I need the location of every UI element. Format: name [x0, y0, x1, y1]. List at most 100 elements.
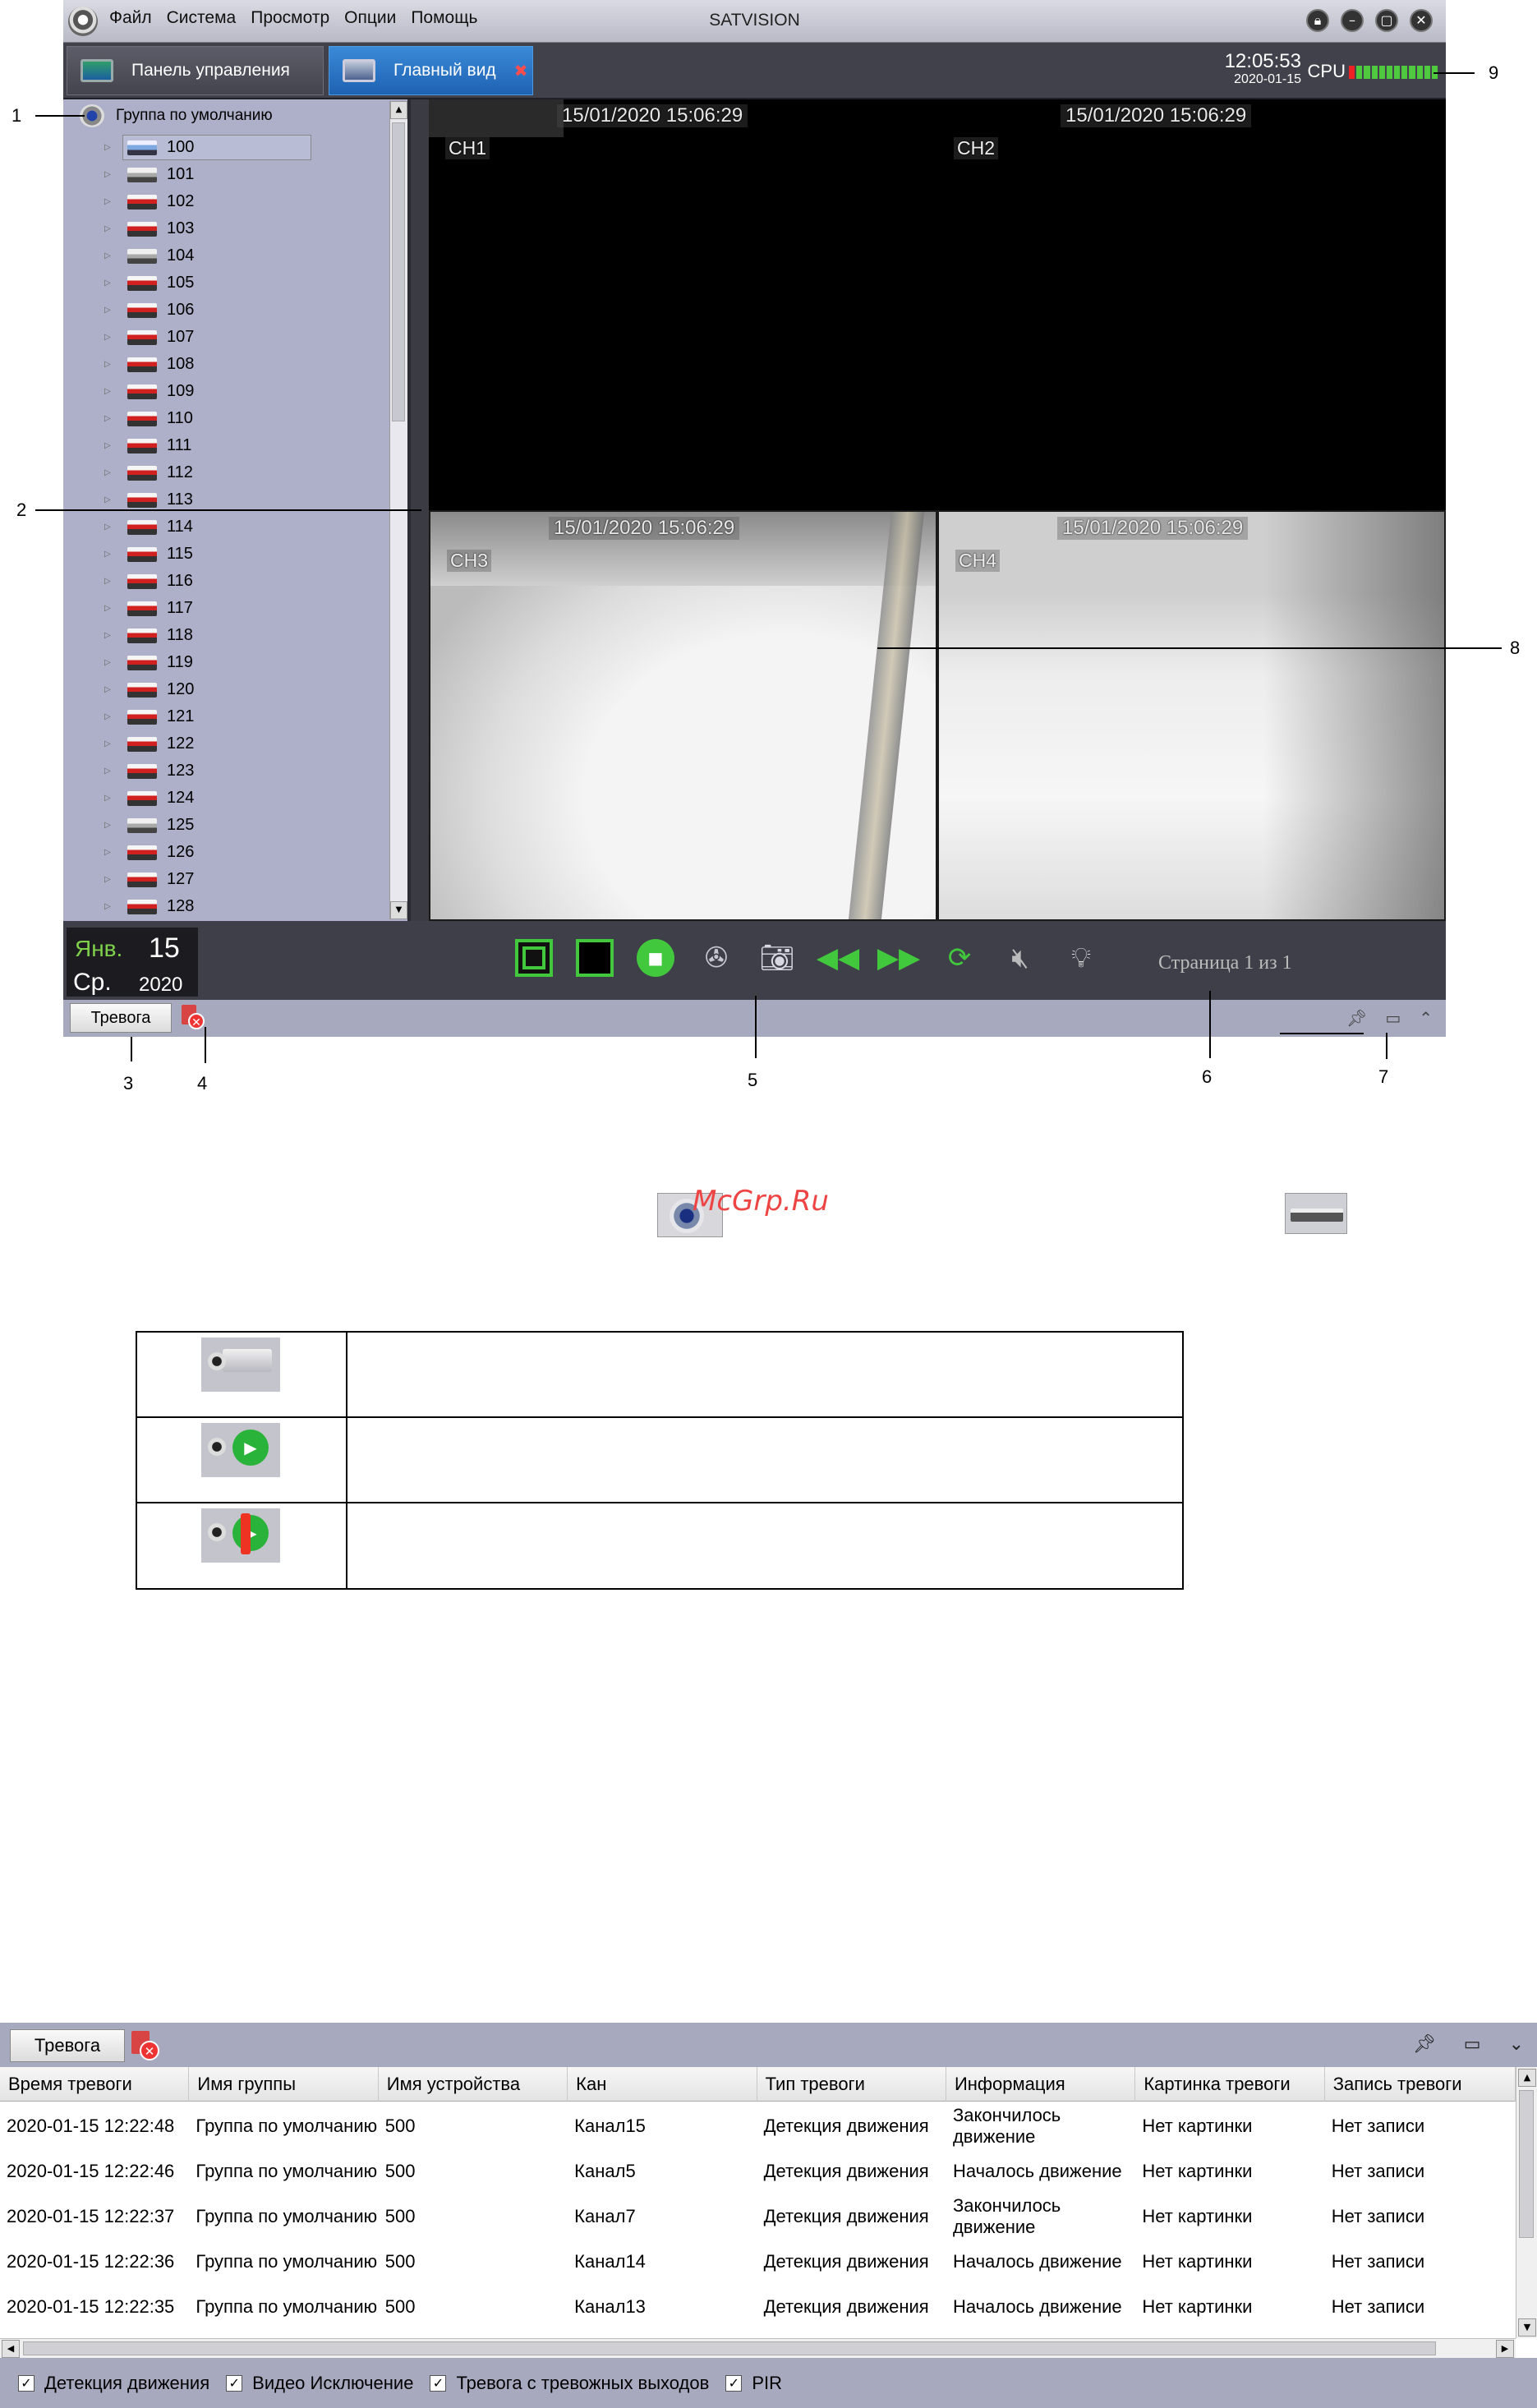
- alarm-tab[interactable]: Тревога: [70, 1003, 172, 1033]
- video-cell-ch4[interactable]: 15/01/2020 15:06:29 CH4: [937, 510, 1446, 921]
- tree-item[interactable]: ▷ 128: [63, 893, 388, 920]
- restore-icon[interactable]: ▭: [1464, 2034, 1481, 2055]
- expand-arrow-icon[interactable]: ▷: [104, 441, 113, 450]
- scroll-up-icon[interactable]: ▲: [1518, 2069, 1536, 2087]
- table-row[interactable]: 2020-01-15 12:22:35 Группа по умолчанию 50…: [0, 2284, 1516, 2329]
- tree-item[interactable]: ▷ 108: [63, 351, 388, 378]
- snapshot-icon[interactable]: 📷︎: [758, 939, 796, 977]
- expand-arrow-icon[interactable]: ▷: [104, 197, 113, 206]
- tree-item[interactable]: ▷ 101: [63, 161, 388, 188]
- expand-arrow-icon[interactable]: ▷: [104, 767, 113, 776]
- expand-arrow-icon[interactable]: ▷: [104, 875, 113, 884]
- cycle-icon[interactable]: ⟳: [941, 939, 978, 977]
- tree-item[interactable]: ▷ 126: [63, 839, 388, 866]
- video-cell-ch3[interactable]: 15/01/2020 15:06:29 CH3: [429, 510, 937, 921]
- expand-arrow-icon[interactable]: ▷: [104, 658, 113, 667]
- expand-arrow-icon[interactable]: ▷: [104, 712, 113, 721]
- menu-help[interactable]: Помощь: [411, 8, 477, 28]
- record-icon[interactable]: ✇: [697, 939, 735, 977]
- scroll-thumb[interactable]: [1519, 2090, 1534, 2238]
- previous-page-icon[interactable]: ◀◀: [817, 939, 859, 977]
- tree-item[interactable]: ▷ 107: [63, 324, 388, 351]
- expand-arrow-icon[interactable]: ▷: [104, 143, 113, 152]
- tree-item[interactable]: ▷ 100: [63, 134, 388, 161]
- video-cell-ch1[interactable]: 15/01/2020 15:06:29 CH1: [429, 99, 937, 510]
- tab-close-icon[interactable]: ✖: [514, 61, 528, 81]
- menu-system[interactable]: Система: [167, 8, 237, 28]
- alarm-hscrollbar[interactable]: ◀ ▶: [0, 2338, 1516, 2358]
- lock-icon[interactable]: 🔒︎: [1306, 9, 1329, 32]
- stop-all-icon[interactable]: ■: [637, 939, 674, 977]
- tree-item[interactable]: ▷ 124: [63, 785, 388, 812]
- expand-arrow-icon[interactable]: ▷: [104, 523, 113, 532]
- tree-item[interactable]: ▷ 104: [63, 242, 388, 269]
- fit-screen-icon[interactable]: [515, 939, 553, 977]
- column-header[interactable]: Картинка тревоги: [1135, 2067, 1325, 2102]
- collapse-icon[interactable]: ⌃: [1419, 1008, 1433, 1028]
- close-icon[interactable]: ✕: [1410, 9, 1433, 32]
- expand-arrow-icon[interactable]: ▷: [104, 685, 113, 694]
- checkbox-icon[interactable]: ✓: [226, 2374, 243, 2392]
- tree-item[interactable]: ▷ 118: [63, 622, 388, 649]
- table-row[interactable]: 2020-01-15 12:22:48 Группа по умолчанию 50…: [0, 2103, 1516, 2148]
- column-header[interactable]: Имя устройства: [379, 2067, 568, 2102]
- tree-item[interactable]: ▷ 109: [63, 378, 388, 405]
- expand-arrow-icon[interactable]: ▷: [104, 631, 113, 640]
- tree-item[interactable]: ▷ 120: [63, 676, 388, 703]
- expand-arrow-icon[interactable]: ▷: [104, 848, 113, 857]
- tree-group-default[interactable]: Группа по умолчанию: [80, 104, 273, 127]
- menu-options[interactable]: Опции: [344, 8, 396, 28]
- filter-checkbox[interactable]: ✓ Тревога с тревожных выходов: [430, 2373, 709, 2394]
- expand-arrow-icon[interactable]: ▷: [104, 550, 113, 559]
- checkbox-icon[interactable]: ✓: [18, 2374, 35, 2392]
- tree-item[interactable]: ▷ 119: [63, 649, 388, 676]
- collapse-icon[interactable]: ⌄: [1509, 2034, 1524, 2055]
- menu-file[interactable]: Файл: [109, 8, 152, 28]
- filter-checkbox[interactable]: ✓ PIR: [725, 2373, 782, 2394]
- tree-item[interactable]: ▷ 117: [63, 595, 388, 622]
- tree-item[interactable]: ▷ 112: [63, 459, 388, 486]
- tree-item[interactable]: ▷ 122: [63, 730, 388, 757]
- restore-icon[interactable]: ▭: [1385, 1008, 1401, 1028]
- tree-item[interactable]: ▷ 114: [63, 513, 388, 541]
- alarm-panel-tab[interactable]: Тревога: [10, 2029, 125, 2062]
- alarm-vscrollbar[interactable]: ▲ ▼: [1516, 2067, 1537, 2338]
- tab-main-view[interactable]: Главный вид ✖: [329, 46, 533, 95]
- expand-arrow-icon[interactable]: ▷: [104, 821, 113, 830]
- tab-dashboard[interactable]: Панель управления: [67, 46, 324, 95]
- clear-alarms-icon[interactable]: ✕: [130, 2031, 159, 2060]
- expand-arrow-icon[interactable]: ▷: [104, 360, 113, 369]
- menu-view[interactable]: Просмотр: [251, 8, 329, 28]
- maximize-icon[interactable]: ▢: [1375, 9, 1398, 32]
- tree-item[interactable]: ▷ 116: [63, 568, 388, 595]
- expand-arrow-icon[interactable]: ▷: [104, 414, 113, 423]
- expand-arrow-icon[interactable]: ▷: [104, 577, 113, 586]
- scroll-down-icon[interactable]: ▼: [1518, 2318, 1536, 2337]
- mute-icon[interactable]: 🔇︎: [1001, 939, 1039, 977]
- expand-arrow-icon[interactable]: ▷: [104, 604, 113, 613]
- column-header[interactable]: Информация: [946, 2067, 1136, 2102]
- scroll-left-icon[interactable]: ◀: [2, 2340, 20, 2358]
- checkbox-icon[interactable]: ✓: [725, 2374, 743, 2392]
- minimize-icon[interactable]: –: [1341, 9, 1364, 32]
- tree-item[interactable]: ▷ 121: [63, 703, 388, 730]
- column-header[interactable]: Имя группы: [189, 2067, 379, 2102]
- expand-arrow-icon[interactable]: ▷: [104, 251, 113, 260]
- single-screen-icon[interactable]: [576, 939, 614, 977]
- checkbox-icon[interactable]: ✓: [430, 2374, 447, 2392]
- video-cell-ch2[interactable]: 15/01/2020 15:06:29 CH2: [937, 99, 1446, 510]
- tree-item[interactable]: ▷ 123: [63, 757, 388, 785]
- expand-arrow-icon[interactable]: ▷: [104, 279, 113, 288]
- scroll-down-icon[interactable]: ▼: [390, 901, 407, 919]
- expand-arrow-icon[interactable]: ▷: [104, 495, 113, 504]
- filter-checkbox[interactable]: ✓ Видео Исключение: [226, 2373, 413, 2394]
- tree-item[interactable]: ▷ 110: [63, 405, 388, 432]
- expand-arrow-icon[interactable]: ▷: [104, 794, 113, 803]
- tree-item[interactable]: ▷ 127: [63, 866, 388, 893]
- next-page-icon[interactable]: ▶▶: [877, 939, 920, 977]
- filter-checkbox[interactable]: ✓ Детекция движения: [18, 2373, 209, 2394]
- scroll-thumb[interactable]: [392, 122, 405, 421]
- table-row[interactable]: 2020-01-15 12:22:46 Группа по умолчанию 50…: [0, 2148, 1516, 2194]
- table-row[interactable]: 2020-01-15 12:22:37 Группа по умолчанию 50…: [0, 2194, 1516, 2239]
- expand-arrow-icon[interactable]: ▷: [104, 306, 113, 315]
